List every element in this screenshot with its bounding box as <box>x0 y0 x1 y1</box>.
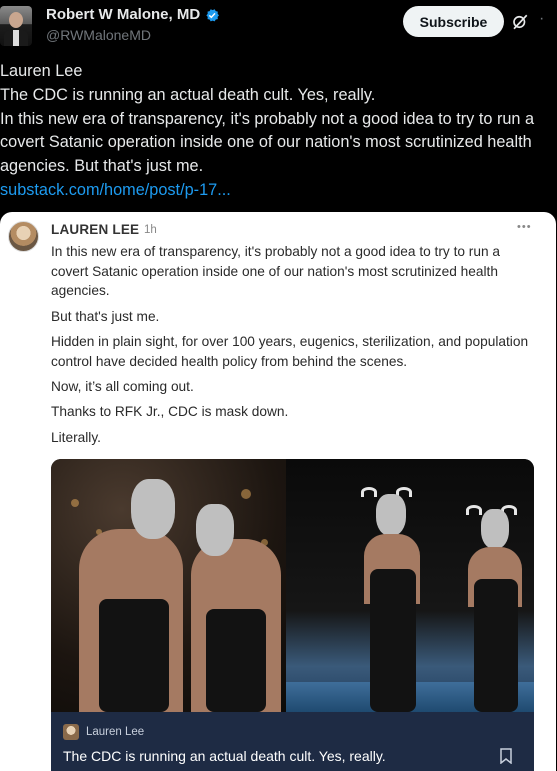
grok-icon[interactable] <box>511 13 529 31</box>
more-icon[interactable]: ••• <box>517 221 532 233</box>
avatar[interactable] <box>0 6 32 46</box>
caption-title[interactable]: The CDC is running an actual death cult.… <box>63 748 386 764</box>
tweet-text: Lauren Lee The CDC is running an actual … <box>0 60 557 203</box>
article-link[interactable]: substack.com/home/post/p-17... <box>0 181 231 199</box>
bookmark-icon[interactable] <box>499 748 513 764</box>
media-caption-bar: Lauren Lee The CDC is running an actual … <box>51 712 534 771</box>
quote-author-avatar[interactable] <box>8 221 39 252</box>
quote-body: In this new era of transparency, it's pr… <box>51 242 541 453</box>
more-icon[interactable]: · <box>539 10 545 28</box>
author-handle[interactable]: @RWMaloneMD <box>46 27 151 43</box>
media-photo-left <box>51 459 286 712</box>
tweet-line: Lauren Lee <box>0 62 83 80</box>
quote-author-name[interactable]: LAUREN LEE <box>51 222 139 237</box>
quote-paragraph: Now, it’s all coming out. <box>51 378 194 394</box>
verified-badge-icon <box>206 9 219 22</box>
quote-paragraph: Thanks to RFK Jr., CDC is mask down. <box>51 404 289 420</box>
tweet-header: Robert W Malone, MD @RWMaloneMD Subscrib… <box>0 0 557 58</box>
quoted-post-card[interactable]: LAUREN LEE 1h ••• In this new era of tra… <box>0 212 556 771</box>
quote-paragraph: Literally. <box>51 429 101 445</box>
tweet-line: The CDC is running an actual death cult.… <box>0 85 376 104</box>
quote-paragraph: But that's just me. <box>51 308 160 324</box>
media-photo-right <box>286 459 534 712</box>
quote-paragraph: Hidden in plain sight, for over 100 year… <box>51 333 529 369</box>
tweet-line: In this new era of transparency, it's pr… <box>0 109 535 176</box>
quote-timestamp: 1h <box>144 224 157 236</box>
subscribe-button[interactable]: Subscribe <box>403 6 504 37</box>
media-card[interactable]: Lauren Lee The CDC is running an actual … <box>51 459 534 771</box>
caption-author: Lauren Lee <box>86 726 145 738</box>
author-name[interactable]: Robert W Malone, MD <box>46 6 200 23</box>
caption-avatar <box>63 724 79 740</box>
quote-paragraph: In this new era of transparency, it's pr… <box>51 244 500 299</box>
